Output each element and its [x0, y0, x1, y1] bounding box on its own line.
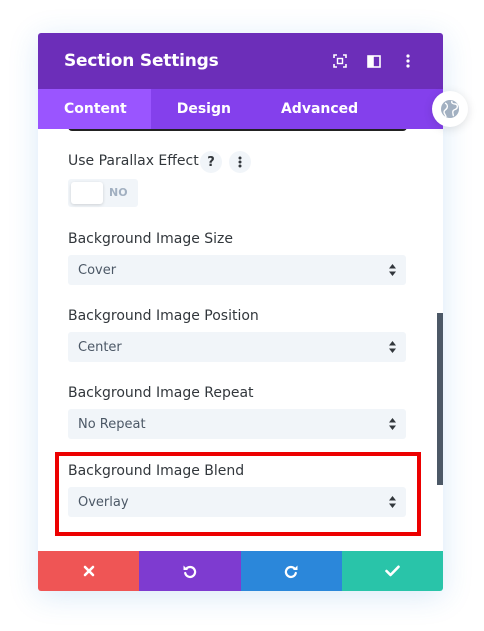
settings-tabs: Content Design Advanced: [38, 89, 443, 129]
image-size-label: Background Image Size: [68, 231, 234, 247]
modal-title: Section Settings: [64, 51, 219, 71]
fullscreen-icon[interactable]: [323, 49, 357, 73]
tab-content[interactable]: Content: [38, 89, 151, 129]
image-blend-select[interactable]: Overlay: [68, 487, 406, 517]
redo-icon: [284, 565, 298, 579]
image-repeat-value: No Repeat: [78, 416, 146, 432]
modal-footer: [38, 551, 443, 591]
tab-advanced[interactable]: Advanced: [257, 89, 382, 129]
field-options-icon[interactable]: [229, 151, 251, 173]
image-position-label: Background Image Position: [68, 308, 259, 324]
image-blend-label: Background Image Blend: [68, 463, 245, 479]
redo-button[interactable]: [240, 551, 342, 591]
parallax-toggle[interactable]: NO: [68, 179, 138, 207]
select-arrows-icon: [389, 418, 396, 430]
tab-design[interactable]: Design: [151, 89, 257, 129]
image-position-select[interactable]: Center: [68, 332, 406, 362]
image-repeat-label: Background Image Repeat: [68, 385, 254, 401]
close-icon: [83, 565, 94, 577]
help-icon[interactable]: ?: [200, 151, 222, 173]
undo-icon: [183, 565, 197, 579]
select-arrows-icon: [389, 264, 396, 276]
image-repeat-select[interactable]: No Repeat: [68, 409, 406, 439]
toggle-state-text: NO: [109, 186, 128, 199]
toggle-knob: [71, 182, 103, 204]
scrollbar[interactable]: [437, 313, 443, 485]
section-settings-modal: Section Settings Content Design Advanced: [38, 33, 443, 591]
select-arrows-icon: [389, 341, 396, 353]
image-preview-edge: [68, 129, 407, 131]
more-options-icon[interactable]: [391, 49, 425, 73]
image-blend-value: Overlay: [78, 494, 129, 510]
image-size-select[interactable]: Cover: [68, 255, 406, 285]
image-size-value: Cover: [78, 262, 117, 278]
image-position-value: Center: [78, 339, 122, 355]
discard-button[interactable]: [38, 551, 140, 591]
modal-header: Section Settings: [38, 33, 443, 89]
save-button[interactable]: [341, 551, 443, 591]
split-view-icon[interactable]: [357, 49, 391, 73]
checkmark-icon: [385, 565, 400, 577]
globe-icon[interactable]: [432, 91, 468, 127]
parallax-label: Use Parallax Effect: [68, 153, 199, 169]
undo-button[interactable]: [139, 551, 241, 591]
select-arrows-icon: [389, 496, 396, 508]
settings-body: Use Parallax Effect ? NO Background Imag…: [38, 129, 443, 551]
